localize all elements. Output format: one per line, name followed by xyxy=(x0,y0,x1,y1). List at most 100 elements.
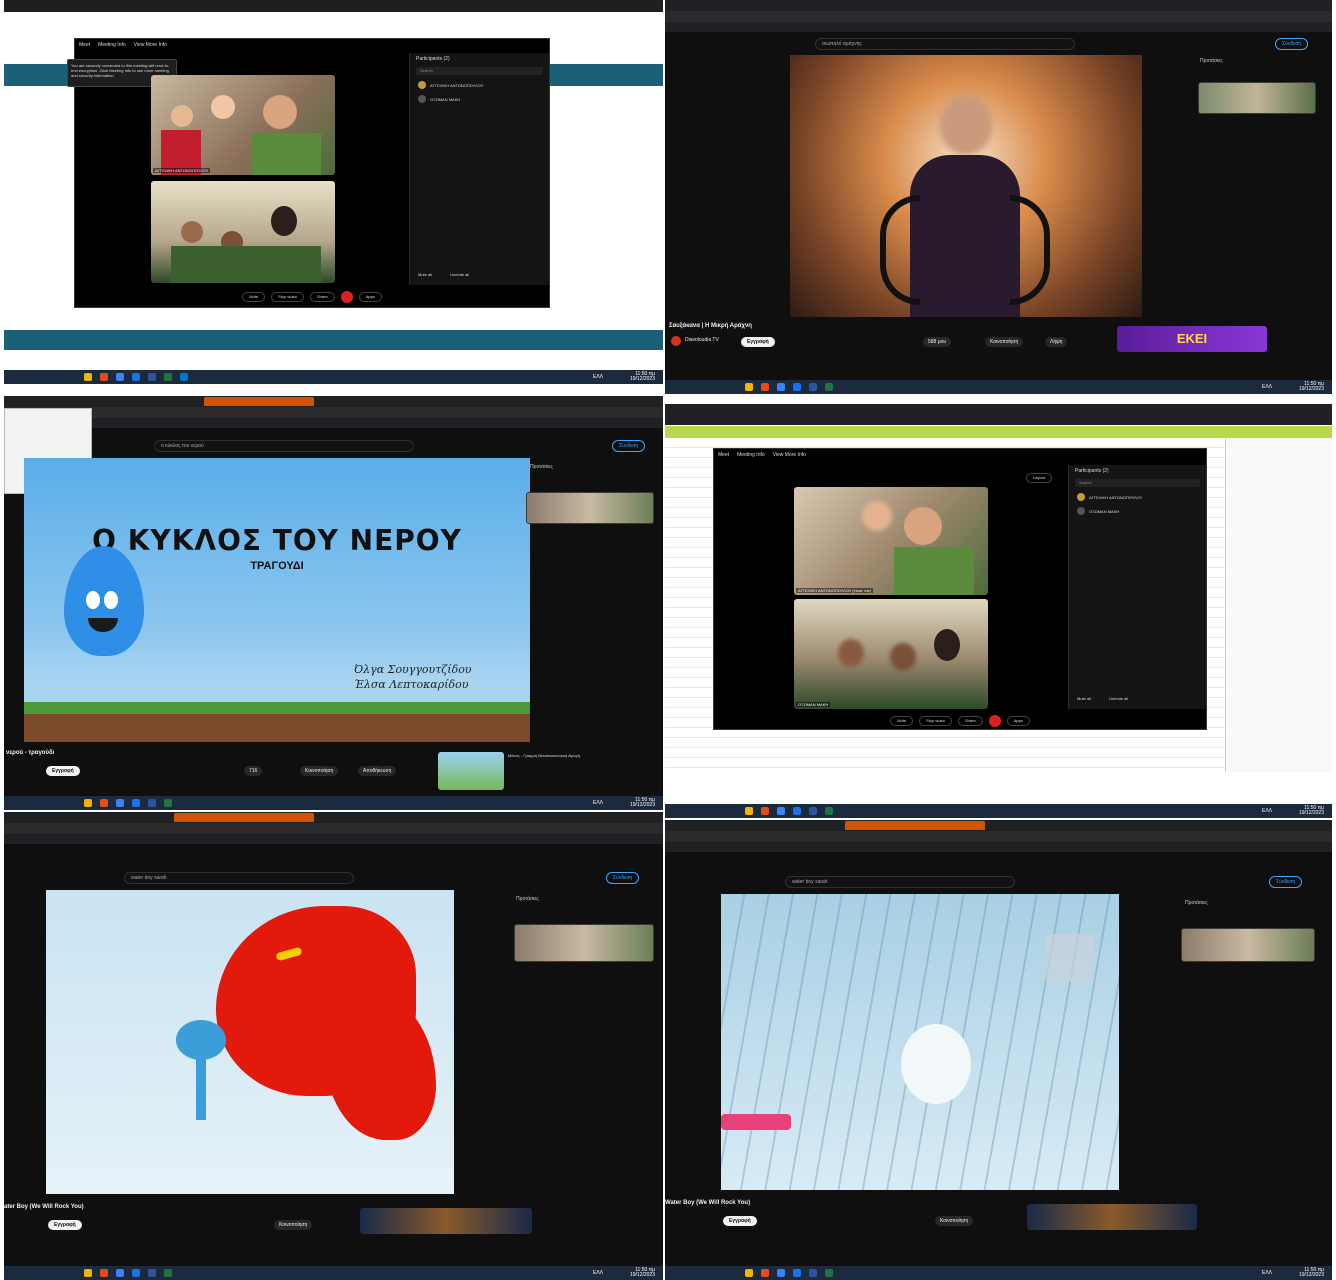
video-player[interactable] xyxy=(790,55,1142,317)
share-button[interactable]: Κοινοποίηση xyxy=(935,1216,974,1226)
language-indicator[interactable]: ΕΛΛ xyxy=(593,374,603,380)
firefox-icon[interactable] xyxy=(100,373,108,381)
address-bar xyxy=(665,831,1332,842)
mute-all-button[interactable]: Mute all xyxy=(418,272,432,277)
participants-search[interactable]: Search xyxy=(1075,479,1200,487)
meet-menu[interactable]: Meet xyxy=(79,42,90,48)
subscribe-button[interactable]: Εγγραφή xyxy=(48,1220,82,1230)
app-ribbon xyxy=(665,426,1332,438)
signin-button[interactable]: Σύνδεση xyxy=(612,440,646,452)
share-button[interactable]: Share xyxy=(310,292,335,302)
like-button[interactable]: 588 μου xyxy=(923,337,952,347)
mute-button[interactable]: Mute xyxy=(890,716,914,726)
meeting-thumbnail[interactable] xyxy=(526,492,654,524)
address-bar xyxy=(4,407,663,418)
webex-icon[interactable] xyxy=(180,373,188,381)
unmute-all-button[interactable]: Unmute all xyxy=(1109,696,1128,701)
windows-taskbar: ΕΛΛ 11:50 πμ 19/12/2023 xyxy=(4,796,663,810)
next-video-thumbnail[interactable] xyxy=(438,752,504,790)
screenshot-webex-meeting-2: Meet Meeting Info View More Info Layout … xyxy=(665,404,1332,818)
recommendations-heading: Προτάσεις xyxy=(516,896,539,902)
mute-button[interactable]: Mute xyxy=(242,292,266,302)
ad-thumbnail[interactable] xyxy=(1027,1204,1197,1230)
meeting-thumbnail[interactable] xyxy=(1181,928,1315,962)
excel-icon[interactable] xyxy=(164,373,172,381)
video-tile-name: ΑΓΓΕΛΙΚΗ ΑΝΤΩΝΟΠΟΥΛΟΥ (Host, me) xyxy=(796,588,874,593)
participants-search[interactable]: Search xyxy=(416,67,543,75)
stop-video-button[interactable]: Stop video xyxy=(919,716,952,726)
more-info-menu[interactable]: View More Info xyxy=(134,42,167,48)
participant-row[interactable]: ΟΞΩΜΑΝ ΜΑΚΗ xyxy=(418,95,541,103)
language-indicator[interactable]: ΕΛΛ xyxy=(1262,1270,1272,1276)
apps-button[interactable]: Apps xyxy=(358,292,382,302)
tab-active[interactable] xyxy=(204,397,314,406)
meet-menu[interactable]: Meet xyxy=(718,452,729,458)
youtube-search-input[interactable]: water boy sarah xyxy=(785,876,1015,888)
clock[interactable]: 11:50 πμ 19/12/2023 xyxy=(1299,806,1324,816)
end-call-icon[interactable] xyxy=(340,291,353,303)
meeting-info-menu[interactable]: Meeting Info xyxy=(98,42,126,48)
bookmarks-bar xyxy=(665,415,1332,425)
author-2: Έλσα Λεπτοκαρίδου xyxy=(354,678,469,691)
explorer-icon[interactable] xyxy=(84,373,92,381)
meeting-thumbnail[interactable] xyxy=(514,924,654,962)
clock[interactable]: 11:50 πμ 19/12/2023 xyxy=(630,798,655,808)
youtube-search-input[interactable]: ο κύκλος του νερού xyxy=(154,440,414,452)
share-button[interactable]: Κοινοποίηση xyxy=(985,337,1024,347)
spider-costume xyxy=(910,155,1020,317)
share-button[interactable]: Κοινοποίηση xyxy=(300,766,339,776)
subscribe-button[interactable]: Εγγραφή xyxy=(723,1216,757,1226)
language-indicator[interactable]: ΕΛΛ xyxy=(1262,384,1272,390)
signin-button[interactable]: Σύνδεση xyxy=(606,872,640,884)
participant-row[interactable]: ΑΓΓΕΛΙΚΗ ΑΝΤΩΝΟΠΟΥΛΟΥ xyxy=(418,81,541,89)
youtube-search-input[interactable]: σιωπηλό αράχνης xyxy=(815,38,1075,50)
save-button[interactable]: Αποθήκευση xyxy=(358,766,397,776)
video-tile-name: ΟΞΩΜΑΝ ΜΑΚΗ xyxy=(796,702,831,707)
more-info-menu[interactable]: View More Info xyxy=(773,452,806,458)
download-button[interactable]: Λήψη xyxy=(1045,337,1068,347)
meeting-thumbnail[interactable] xyxy=(1198,82,1316,114)
video-player[interactable] xyxy=(721,894,1119,1190)
channel-name[interactable]: Diavoloudia TV xyxy=(685,337,719,343)
participant-row[interactable]: ΟΞΩΜΑΝ ΜΑΚΗ xyxy=(1077,507,1198,515)
edge-icon[interactable] xyxy=(116,373,124,381)
word-icon[interactable] xyxy=(148,373,156,381)
video-tile-remote xyxy=(151,181,335,283)
subscribe-button[interactable]: Εγγραφή xyxy=(741,337,775,347)
unmute-all-button[interactable]: Unmute all xyxy=(450,272,469,277)
recommendations-heading: Προτάσεις xyxy=(1200,58,1223,64)
like-button[interactable]: 716 xyxy=(244,766,263,776)
tab-active[interactable] xyxy=(174,813,314,822)
chrome-icon[interactable] xyxy=(132,373,140,381)
participant-row[interactable]: ΑΓΓΕΛΙΚΗ ΑΝΤΩΝΟΠΟΥΛΟΥ xyxy=(1077,493,1198,501)
avatar xyxy=(1077,493,1085,501)
video-player[interactable] xyxy=(46,890,454,1194)
subscribe-button[interactable]: Εγγραφή xyxy=(46,766,80,776)
language-indicator[interactable]: ΕΛΛ xyxy=(593,1270,603,1276)
language-indicator[interactable]: ΕΛΛ xyxy=(593,800,603,806)
signin-button[interactable]: Σύνδεση xyxy=(1275,38,1309,50)
ad-banner[interactable]: ΕΚΕΙ xyxy=(1117,326,1267,352)
share-button[interactable]: Κοινοποίηση xyxy=(274,1220,313,1230)
meeting-info-menu[interactable]: Meeting Info xyxy=(737,452,765,458)
stop-video-button[interactable]: Stop video xyxy=(271,292,304,302)
ad-thumbnail[interactable] xyxy=(360,1208,532,1234)
language-indicator[interactable]: ΕΛΛ xyxy=(1262,808,1272,814)
signin-button[interactable]: Σύνδεση xyxy=(1269,876,1303,888)
webex-window: Meet Meeting Info View More Info You are… xyxy=(67,38,550,308)
tab-active[interactable] xyxy=(845,821,985,830)
clock[interactable]: 11:50 πμ 19/12/2023 xyxy=(1299,382,1324,392)
video-player-slide[interactable]: Ο ΚΥΚΛΟΣ ΤΟΥ ΝΕΡΟΥ ΤΡΑΓΟΥΔΙ Όλγα Σουγγου… xyxy=(24,458,530,742)
youtube-search-input[interactable]: water boy sarah xyxy=(124,872,354,884)
end-call-icon[interactable] xyxy=(988,715,1001,727)
clock[interactable]: 11:50 πμ 19/12/2023 xyxy=(630,372,655,382)
clock[interactable]: 11:50 πμ 19/12/2023 xyxy=(1299,1268,1324,1278)
next-video-title[interactable]: Μάνος - Γραμμή Μουσικοκινητική Αγωγή xyxy=(508,753,598,758)
clock[interactable]: 11:50 πμ 19/12/2023 xyxy=(630,1268,655,1278)
layout-button[interactable]: Layout xyxy=(1026,473,1053,483)
share-button[interactable]: Share xyxy=(958,716,983,726)
browser-tabs xyxy=(665,0,1332,11)
apps-button[interactable]: Apps xyxy=(1006,716,1030,726)
channel-avatar[interactable] xyxy=(671,336,681,346)
mute-all-button[interactable]: Mute all xyxy=(1077,696,1091,701)
